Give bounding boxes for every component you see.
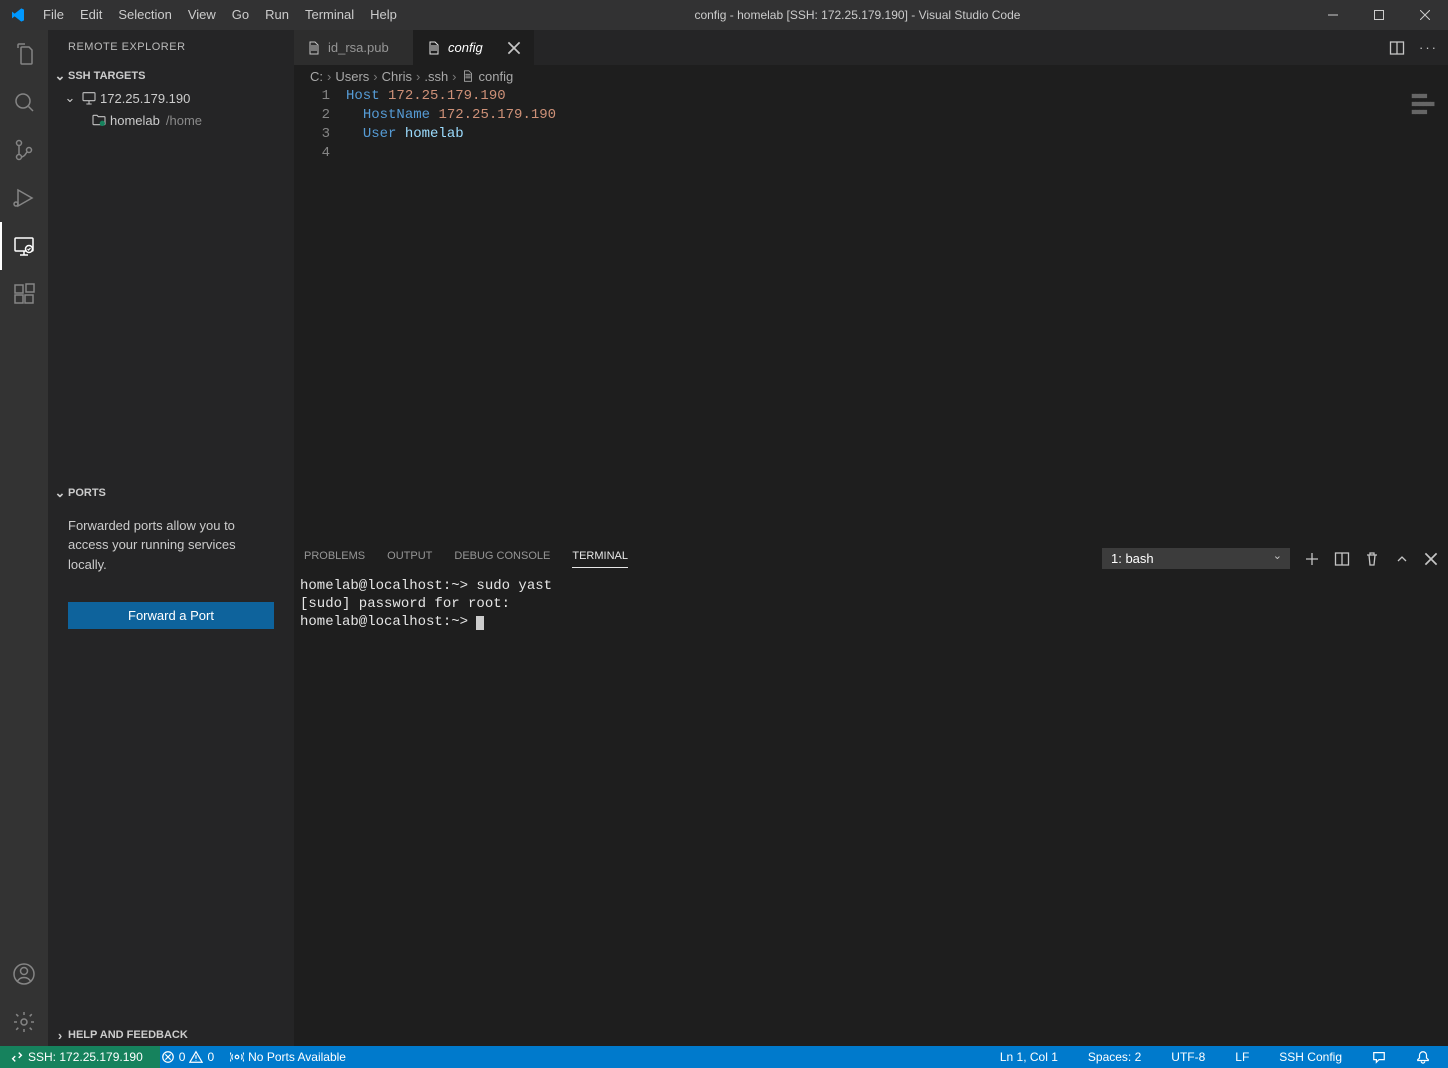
status-notifications-icon[interactable] — [1408, 1046, 1438, 1068]
tab-id-rsa-pub[interactable]: id_rsa.pub — [294, 30, 414, 65]
chevron-right-icon: › — [52, 1028, 68, 1043]
split-editor-icon[interactable] — [1389, 40, 1405, 56]
close-panel-icon[interactable] — [1424, 552, 1438, 566]
maximize-button[interactable] — [1356, 0, 1402, 30]
vscode-icon — [0, 7, 35, 23]
ssh-tree: ⌄ 172.25.179.190 homelab /home — [48, 87, 294, 482]
gutter: 1 2 3 4 — [294, 87, 346, 541]
chevron-down-icon: ⌄ — [52, 485, 68, 501]
maximize-panel-icon[interactable] — [1394, 551, 1410, 567]
status-spaces[interactable]: Spaces: 2 — [1080, 1046, 1149, 1068]
section-ports[interactable]: ⌄ PORTS — [48, 482, 294, 504]
section-label: PORTS — [68, 487, 106, 499]
minimize-button[interactable] — [1310, 0, 1356, 30]
section-help[interactable]: › HELP AND FEEDBACK — [48, 1024, 294, 1046]
panel-tab-terminal[interactable]: TERMINAL — [572, 550, 628, 568]
forward-port-button[interactable]: Forward a Port — [68, 602, 274, 629]
section-label: SSH TARGETS — [68, 70, 145, 82]
code-editor[interactable]: 1 2 3 4 Host 172.25.179.190 HostName 172… — [294, 87, 1448, 541]
tab-config[interactable]: config — [414, 30, 534, 65]
ports-description: Forwarded ports allow you to access your… — [48, 504, 294, 587]
menu-run[interactable]: Run — [257, 0, 297, 30]
folder-remote-icon — [88, 112, 110, 128]
activity-accounts[interactable] — [0, 950, 48, 998]
menu-help[interactable]: Help — [362, 0, 405, 30]
activity-remote-explorer[interactable] — [0, 222, 48, 270]
crumb[interactable]: config — [479, 69, 514, 84]
window-title: config - homelab [SSH: 172.25.179.190] -… — [405, 8, 1310, 22]
status-language[interactable]: SSH Config — [1271, 1046, 1350, 1068]
new-terminal-icon[interactable] — [1304, 551, 1320, 567]
tab-label: id_rsa.pub — [328, 40, 389, 55]
menu-terminal[interactable]: Terminal — [297, 0, 362, 30]
terminal-cursor — [476, 616, 484, 630]
status-problems[interactable]: 0 0 — [153, 1046, 222, 1068]
file-icon — [461, 69, 475, 83]
ssh-folder-label: homelab — [110, 113, 160, 128]
tabs-bar: id_rsa.pub config ··· — [294, 30, 1448, 65]
file-icon — [426, 40, 442, 56]
activity-settings[interactable] — [0, 998, 48, 1046]
terminal-select[interactable]: 1: bash — [1102, 548, 1290, 569]
chevron-down-icon: ⌄ — [52, 68, 68, 84]
panel-tabs: PROBLEMS OUTPUT DEBUG CONSOLE TERMINAL 1… — [294, 542, 1448, 575]
ssh-folder-path: /home — [166, 113, 202, 128]
menu-file[interactable]: File — [35, 0, 72, 30]
panel-tab-output[interactable]: OUTPUT — [387, 550, 432, 567]
code-content[interactable]: Host 172.25.179.190 HostName 172.25.179.… — [346, 87, 1448, 541]
monitor-icon — [78, 90, 100, 106]
terminal[interactable]: homelab@localhost:~> sudo yast [sudo] pa… — [294, 575, 1448, 1046]
title-bar: File Edit Selection View Go Run Terminal… — [0, 0, 1448, 30]
status-encoding[interactable]: UTF-8 — [1163, 1046, 1213, 1068]
menu-selection[interactable]: Selection — [110, 0, 179, 30]
status-remote[interactable]: SSH: 172.25.179.190 — [0, 1046, 153, 1068]
ssh-host-label: 172.25.179.190 — [100, 91, 190, 106]
panel-tab-debug-console[interactable]: DEBUG CONSOLE — [454, 550, 550, 567]
kill-terminal-icon[interactable] — [1364, 551, 1380, 567]
crumb[interactable]: Users — [335, 69, 369, 84]
section-label: HELP AND FEEDBACK — [68, 1029, 188, 1041]
window-controls — [1310, 0, 1448, 30]
panel-tab-problems[interactable]: PROBLEMS — [304, 550, 365, 567]
split-terminal-icon[interactable] — [1334, 551, 1350, 567]
sidebar: REMOTE EXPLORER ⌄ SSH TARGETS ⌄ 172.25.1… — [48, 30, 294, 1046]
minimap[interactable]: ▄▄▄▄▄▄▄▄▄▄▄▄▄▄ — [1412, 91, 1434, 115]
close-tab-button[interactable] — [507, 41, 521, 55]
crumb[interactable]: .ssh — [424, 69, 448, 84]
chevron-down-icon: ⌄ — [62, 90, 78, 106]
status-ports[interactable]: No Ports Available — [222, 1046, 354, 1068]
activity-source-control[interactable] — [0, 126, 48, 174]
menu-go[interactable]: Go — [224, 0, 257, 30]
activity-extensions[interactable] — [0, 270, 48, 318]
panel: PROBLEMS OUTPUT DEBUG CONSOLE TERMINAL 1… — [294, 541, 1448, 1046]
section-ssh-targets[interactable]: ⌄ SSH TARGETS — [48, 65, 294, 87]
more-actions-icon[interactable]: ··· — [1419, 40, 1438, 55]
ssh-folder[interactable]: homelab /home — [48, 109, 294, 131]
ssh-host[interactable]: ⌄ 172.25.179.190 — [48, 87, 294, 109]
activity-search[interactable] — [0, 78, 48, 126]
activity-run-debug[interactable] — [0, 174, 48, 222]
activity-bar — [0, 30, 48, 1046]
close-window-button[interactable] — [1402, 0, 1448, 30]
status-eol[interactable]: LF — [1227, 1046, 1257, 1068]
menu-view[interactable]: View — [180, 0, 224, 30]
sidebar-title: REMOTE EXPLORER — [48, 30, 294, 65]
crumb[interactable]: C: — [310, 69, 323, 84]
status-ln-col[interactable]: Ln 1, Col 1 — [992, 1046, 1066, 1068]
status-bar: SSH: 172.25.179.190 0 0 No Ports Availab… — [0, 1046, 1448, 1068]
breadcrumbs[interactable]: C:› Users› Chris› .ssh› config — [294, 65, 1448, 87]
activity-explorer[interactable] — [0, 30, 48, 78]
editor-region: id_rsa.pub config ··· C:› Users› — [294, 30, 1448, 1046]
crumb[interactable]: Chris — [382, 69, 412, 84]
editor-actions: ··· — [1379, 30, 1448, 65]
menu-edit[interactable]: Edit — [72, 0, 110, 30]
menu-bar: File Edit Selection View Go Run Terminal… — [35, 0, 405, 30]
status-feedback-icon[interactable] — [1364, 1046, 1394, 1068]
tab-label: config — [448, 40, 483, 55]
file-icon — [306, 40, 322, 56]
